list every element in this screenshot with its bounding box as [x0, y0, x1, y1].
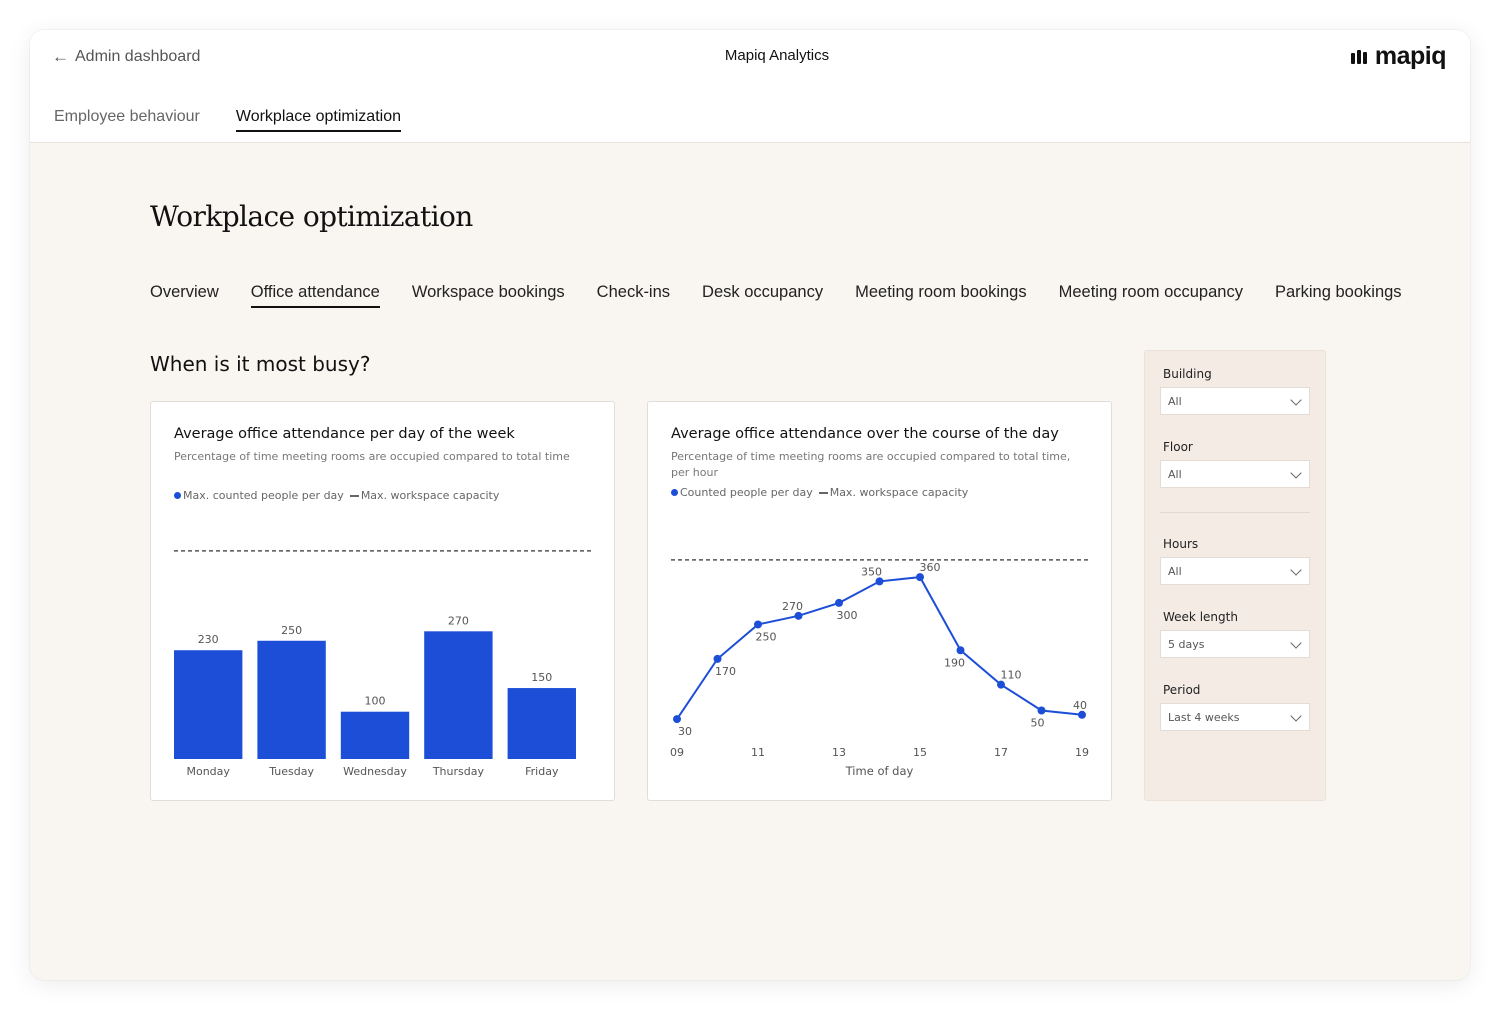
x-tick-label: Friday [525, 765, 559, 778]
logo-wordmark: mapiq [1374, 42, 1447, 70]
subtab-meeting-room-occupancy[interactable]: Meeting room occupancy [1059, 283, 1243, 308]
tab-workplace-optimization[interactable]: Workplace optimization [235, 108, 401, 132]
week-length-select-value: 5 days [1168, 638, 1205, 651]
data-point [875, 577, 884, 586]
bar [424, 631, 493, 759]
data-point [1037, 706, 1046, 715]
data-point [916, 573, 924, 582]
subtab-check-ins[interactable]: Check-ins [597, 283, 670, 308]
filters-panel: Building All Floor All Hours All Week le… [1144, 350, 1326, 801]
chevron-down-icon [1290, 564, 1302, 576]
floor-select-value: All [1168, 468, 1182, 481]
chevron-down-icon [1290, 467, 1302, 479]
subtab-meeting-room-bookings[interactable]: Meeting room bookings [855, 283, 1027, 308]
data-point [835, 598, 843, 607]
bar-value-label: 250 [281, 624, 302, 637]
filter-label-period: Period [1163, 683, 1201, 697]
bar-value-label: 230 [198, 633, 219, 646]
weekly-bar-chart: 230 Monday 250 Tuesday 100 Wednesday 270 Thursd… [174, 550, 591, 778]
point-value-label: 250 [756, 630, 777, 643]
subtab-desk-occupancy[interactable]: Desk occupancy [702, 283, 823, 308]
filter-label-week-length: Week length [1163, 610, 1238, 624]
daily-line-chart: 30 170 250 270 300 350 360 190 110 50 40 09 11 13 15 17… [670, 559, 1089, 778]
point-value-label: 50 [1031, 716, 1045, 729]
mapiq-logo: mapiq [1350, 42, 1447, 71]
filter-label-building: Building [1163, 367, 1212, 381]
point-value-label: 270 [782, 600, 803, 613]
hours-select[interactable]: All [1160, 557, 1310, 585]
building-select-value: All [1168, 395, 1182, 408]
bar-value-label: 150 [531, 671, 552, 684]
data-point [754, 620, 762, 629]
bar-value-label: 100 [364, 695, 385, 708]
data-point [673, 715, 681, 724]
top-bar: ← Admin dashboard Mapiq Analytics mapiq … [30, 30, 1470, 143]
series-line [676, 576, 1083, 720]
x-tick-label: 11 [751, 746, 765, 759]
chevron-down-icon [1290, 710, 1302, 722]
subtab-workspace-bookings[interactable]: Workspace bookings [412, 283, 565, 308]
point-value-label: 360 [920, 561, 941, 574]
app-title: Mapiq Analytics [724, 47, 830, 64]
point-value-label: 30 [678, 725, 692, 738]
x-tick-label: Tuesday [268, 765, 314, 778]
point-value-label: 300 [837, 609, 858, 622]
tab-employee-behaviour[interactable]: Employee behaviour [54, 108, 200, 132]
filter-divider [1160, 512, 1310, 513]
point-value-label: 40 [1073, 699, 1087, 712]
subtab-overview[interactable]: Overview [150, 283, 219, 308]
section-title: When is it most busy? [150, 352, 371, 376]
data-point [1078, 710, 1086, 719]
page-title: Workplace optimization [150, 200, 473, 233]
x-tick-label: 19 [1075, 746, 1089, 759]
x-tick-label: Monday [186, 765, 230, 778]
x-tick-label: Thursday [432, 765, 485, 778]
period-select-value: Last 4 weeks [1168, 711, 1240, 724]
period-select[interactable]: Last 4 weeks [1160, 703, 1310, 731]
weekly-attendance-card: Average office attendance per day of the… [150, 401, 615, 801]
data-point [997, 680, 1005, 689]
week-length-select[interactable]: 5 days [1160, 630, 1310, 658]
x-axis-label: Time of day [845, 764, 914, 778]
top-tabs: Employee behaviour Workplace optimizatio… [54, 108, 401, 132]
subtab-parking-bookings[interactable]: Parking bookings [1275, 283, 1402, 308]
x-tick-label: Wednesday [343, 765, 407, 778]
subtab-office-attendance[interactable]: Office attendance [250, 283, 380, 308]
bar [507, 688, 576, 759]
point-value-label: 170 [715, 665, 736, 678]
point-value-label: 350 [861, 565, 882, 578]
data-point [713, 654, 722, 663]
floor-select[interactable]: All [1160, 460, 1310, 488]
logo-bars-icon [1350, 49, 1367, 64]
x-tick-label: 09 [670, 746, 684, 759]
app-window: ← Admin dashboard Mapiq Analytics mapiq … [30, 30, 1470, 980]
bar [257, 640, 326, 759]
point-value-label: 110 [1001, 669, 1022, 682]
filter-label-floor: Floor [1163, 440, 1193, 454]
daily-attendance-card: Average office attendance over the cours… [647, 401, 1112, 801]
bar [174, 650, 243, 759]
data-point [794, 611, 803, 620]
bar-value-label: 270 [448, 614, 469, 627]
data-point [956, 646, 965, 655]
bar [340, 711, 410, 759]
point-value-label: 190 [944, 656, 965, 669]
building-select[interactable]: All [1160, 387, 1310, 415]
x-tick-label: 15 [913, 746, 927, 759]
chevron-down-icon [1290, 394, 1302, 406]
x-tick-label: 17 [994, 746, 1008, 759]
hours-select-value: All [1168, 565, 1182, 578]
filter-label-hours: Hours [1163, 537, 1199, 551]
sub-tabs: Overview Office attendance Workspace boo… [150, 283, 1402, 308]
chevron-down-icon [1290, 637, 1302, 649]
x-tick-label: 13 [832, 746, 846, 759]
